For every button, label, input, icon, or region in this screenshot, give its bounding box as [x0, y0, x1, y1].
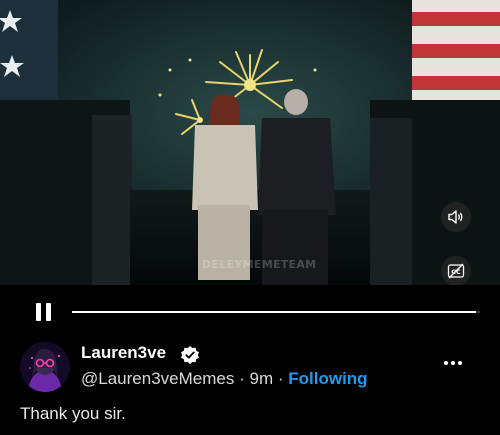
figure-right — [258, 89, 336, 285]
tweet-time[interactable]: 9m — [249, 369, 273, 388]
more-icon — [444, 361, 448, 365]
tweet-meta: @Lauren3veMemes · 9m · Following — [81, 369, 368, 389]
progress-bar[interactable] — [72, 311, 480, 313]
display-name[interactable]: Lauren3ve — [81, 343, 166, 363]
video-player[interactable]: DELEYMEMETEAM CC — [0, 0, 500, 285]
more-options-button[interactable] — [440, 356, 466, 370]
captions-off-icon: CC — [447, 263, 465, 279]
separator: · — [239, 369, 245, 388]
separator: · — [277, 369, 284, 388]
progress-fill — [72, 311, 476, 313]
verified-badge-icon — [181, 346, 199, 364]
user-handle[interactable]: @Lauren3veMemes — [81, 369, 234, 388]
volume-button[interactable] — [441, 202, 471, 232]
video-frame — [0, 0, 500, 285]
pause-icon — [36, 303, 41, 321]
speaker-icon — [448, 210, 463, 224]
following-button[interactable]: Following — [288, 369, 367, 388]
tweet-text: Thank you sir. — [20, 404, 126, 423]
video-watermark: DELEYMEMETEAM — [202, 258, 317, 271]
avatar[interactable] — [20, 342, 70, 392]
captions-button[interactable]: CC — [441, 256, 471, 285]
avatar-image — [20, 342, 70, 392]
pause-button[interactable] — [34, 302, 54, 322]
